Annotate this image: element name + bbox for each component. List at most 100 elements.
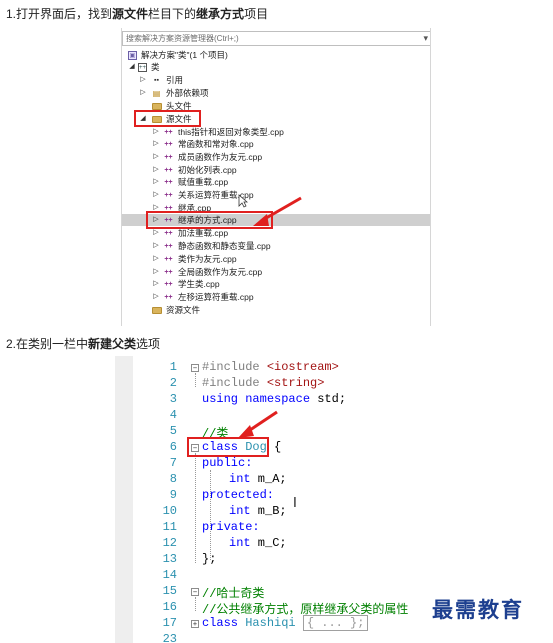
collapse-arrow-icon[interactable]: ▷ bbox=[152, 189, 160, 201]
collapse-arrow-icon[interactable]: ▷ bbox=[152, 266, 160, 278]
tree-item-label: 资源文件 bbox=[166, 305, 201, 315]
collapse-arrow-icon[interactable]: ▷ bbox=[152, 176, 160, 188]
collapse-arrow-icon[interactable]: ▷ bbox=[152, 278, 160, 290]
tree-item-label: 初始化列表.cpp bbox=[178, 165, 237, 175]
fold-expand-icon[interactable]: + bbox=[191, 620, 199, 628]
fold-guide bbox=[195, 373, 196, 387]
tree-item-label: 常函数和常对象.cpp bbox=[178, 139, 254, 149]
external-dependencies-icon: ▤ bbox=[152, 88, 161, 98]
search-dropdown-icon[interactable]: ▾ bbox=[423, 33, 428, 44]
tree-item-label: 学生类.cpp bbox=[178, 279, 220, 289]
collapsed-block-indicator[interactable]: { ... }; bbox=[302, 615, 369, 631]
tree-item-label: 静态函数和静态变量.cpp bbox=[178, 241, 271, 251]
line-number: 2 bbox=[169, 376, 177, 390]
tree-item-label: 引用 bbox=[166, 75, 184, 85]
tree-item-solution[interactable]: ▣ 解决方案"类"(1 个项目) bbox=[122, 49, 430, 61]
line-number: 7 bbox=[169, 456, 177, 470]
fold-guide bbox=[195, 597, 196, 611]
tree-item-project[interactable]: ◢ ++ 类 bbox=[122, 61, 430, 73]
cpp-file-icon: ++ bbox=[164, 140, 173, 148]
line-number: 10 bbox=[162, 504, 177, 518]
indent-guide bbox=[210, 470, 211, 560]
line-number: 1 bbox=[169, 360, 177, 374]
tree-item-label: 成员函数作为友元.cpp bbox=[178, 152, 263, 162]
fold-toggle-icon[interactable]: − bbox=[191, 364, 199, 372]
collapse-arrow-icon[interactable]: ▷ bbox=[152, 240, 160, 252]
references-icon: ▪▪ bbox=[154, 76, 159, 84]
collapse-arrow-icon[interactable]: ▷ bbox=[152, 253, 160, 265]
line-number: 17 bbox=[162, 616, 177, 630]
tree-item-file[interactable]: ▷ ++ 类作为友元.cpp bbox=[122, 253, 430, 265]
tree-item-file[interactable]: ▷ ++ 全局函数作为友元.cpp bbox=[122, 266, 430, 278]
code-line-3: using namespace std; bbox=[202, 392, 347, 406]
tree-item-external-deps[interactable]: ▷ ▤ 外部依赖项 bbox=[122, 87, 430, 99]
cpp-file-icon: ++ bbox=[164, 280, 173, 288]
line-number: 23 bbox=[162, 632, 177, 643]
editor-margin bbox=[115, 356, 133, 643]
fold-toggle-icon[interactable]: − bbox=[191, 588, 199, 596]
collapse-arrow-icon[interactable]: ▷ bbox=[152, 151, 160, 163]
tree-item-label: 外部依赖项 bbox=[166, 88, 209, 98]
code-line-7: public: bbox=[202, 456, 253, 470]
cpp-file-icon: ++ bbox=[164, 293, 173, 301]
line-number: 16 bbox=[162, 600, 177, 614]
tree-item-label: 解决方案"类"(1 个项目) bbox=[141, 50, 228, 60]
tree-item-file[interactable]: ▷ ++ 左移运算符重载.cpp bbox=[122, 291, 430, 303]
collapse-arrow-icon[interactable]: ▷ bbox=[139, 74, 147, 86]
tree-item-label: 左移运算符重载.cpp bbox=[178, 292, 254, 302]
solution-explorer: 搜索解决方案资源管理器(Ctrl+;) ▾ ▣ 解决方案"类"(1 个项目) ◢… bbox=[121, 28, 431, 326]
code-line-13: }; bbox=[202, 552, 217, 566]
cpp-file-icon: ++ bbox=[164, 153, 173, 161]
tree-item-resource-files[interactable]: 资源文件 bbox=[122, 304, 430, 316]
code-line-8: int m_A; bbox=[229, 472, 287, 486]
red-arrow-icon bbox=[253, 196, 302, 226]
tree-item-file[interactable]: ▷ ++ 静态函数和静态变量.cpp bbox=[122, 240, 430, 252]
line-number: 6 bbox=[169, 440, 177, 454]
source-files-highlight-box bbox=[134, 110, 201, 127]
tree-item-file[interactable]: ▷ ++ 初始化列表.cpp bbox=[122, 164, 430, 176]
collapse-arrow-icon[interactable]: ▷ bbox=[152, 138, 160, 150]
solution-explorer-search-input[interactable]: 搜索解决方案资源管理器(Ctrl+;) ▾ bbox=[122, 31, 430, 46]
cpp-file-icon: ++ bbox=[164, 191, 173, 199]
cpp-file-icon: ++ bbox=[164, 242, 173, 250]
line-number: 14 bbox=[162, 568, 177, 582]
tree-item-label: 赋值重载.cpp bbox=[178, 177, 229, 187]
tree-item-label: 全局函数作为友元.cpp bbox=[178, 267, 263, 277]
code-line-17: class Hashiqi { ... }; bbox=[202, 615, 369, 631]
step2-instruction: 2.在类别一栏中新建父类选项 bbox=[6, 337, 161, 351]
code-line-11: private: bbox=[202, 520, 260, 534]
line-number: 5 bbox=[169, 424, 177, 438]
search-placeholder: 搜索解决方案资源管理器(Ctrl+;) bbox=[126, 34, 239, 43]
collapse-arrow-icon[interactable]: ▷ bbox=[152, 291, 160, 303]
line-number: 3 bbox=[169, 392, 177, 406]
cpp-file-icon: ++ bbox=[164, 268, 173, 276]
tree-item-file[interactable]: ▷ ++ this指针和返回对象类型.cpp bbox=[122, 126, 430, 138]
line-number: 4 bbox=[169, 408, 177, 422]
cpp-file-icon: ++ bbox=[164, 128, 173, 136]
text-cursor-icon: I bbox=[293, 496, 297, 511]
tree-item-file[interactable]: ▷ ++ 成员函数作为友元.cpp bbox=[122, 151, 430, 163]
tree-item-file[interactable]: ▷ ++ 赋值重载.cpp bbox=[122, 176, 430, 188]
line-number: 15 bbox=[162, 584, 177, 598]
tree-item-references[interactable]: ▷ ▪▪ 引用 bbox=[122, 74, 430, 86]
fold-guide bbox=[195, 453, 196, 563]
red-arrow-icon bbox=[238, 410, 278, 438]
collapse-arrow-icon[interactable]: ▷ bbox=[139, 87, 147, 99]
line-number: 11 bbox=[162, 520, 177, 534]
folder-icon bbox=[152, 103, 162, 110]
watermark: 最需教育 bbox=[432, 597, 524, 622]
tree-item-label: 类作为友元.cpp bbox=[178, 254, 237, 264]
code-line-9: protected: bbox=[202, 488, 275, 502]
code-line-15: //哈士奇类 bbox=[202, 587, 265, 601]
tree-item-file[interactable]: ▷ ++ 常函数和常对象.cpp bbox=[122, 138, 430, 150]
collapse-arrow-icon[interactable]: ▷ bbox=[152, 126, 160, 138]
code-line-10: int m_B; bbox=[229, 504, 287, 518]
expand-arrow-icon[interactable]: ◢ bbox=[128, 61, 136, 73]
collapse-arrow-icon[interactable]: ▷ bbox=[152, 164, 160, 176]
tree-item-label: this指针和返回对象类型.cpp bbox=[178, 127, 284, 137]
folder-icon bbox=[152, 307, 162, 314]
tree-item-file[interactable]: ▷ ++ 学生类.cpp bbox=[122, 278, 430, 290]
code-line-2: #include <string> bbox=[202, 376, 325, 390]
code-line-1: #include <iostream> bbox=[202, 360, 339, 374]
line-number: 8 bbox=[169, 472, 177, 486]
